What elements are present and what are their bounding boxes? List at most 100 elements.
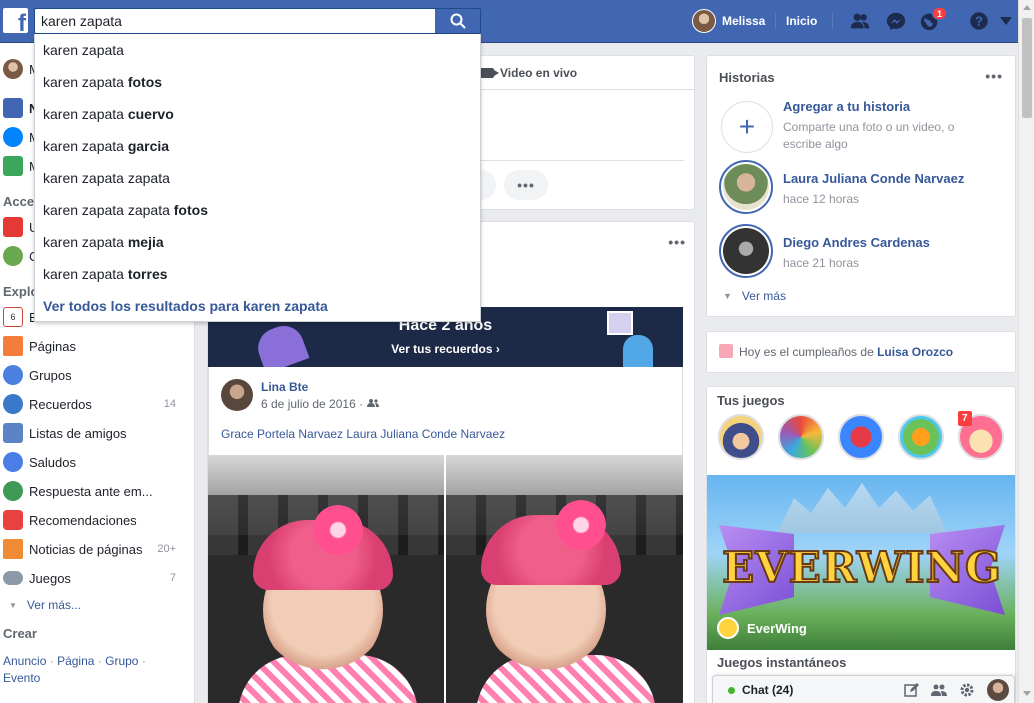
scroll-up-arrow[interactable] (1023, 5, 1031, 10)
gear-icon[interactable] (959, 682, 975, 698)
help-icon[interactable]: ? (967, 10, 991, 32)
sidebar-item-games[interactable]: Juegos 7 (0, 565, 190, 591)
pages-feed-icon (3, 539, 23, 559)
post-photo[interactable] (446, 455, 683, 703)
chevron-down-icon: ▼ (723, 291, 732, 301)
profile-link[interactable]: Melissa (692, 9, 765, 33)
sidebar-item-count: 20+ (157, 543, 176, 555)
post-tagged-people[interactable]: Grace Portela Narvaez Laura Juliana Cond… (221, 427, 505, 441)
game-icon[interactable] (718, 414, 764, 460)
search-box[interactable] (34, 8, 436, 34)
sidebar-item-memories[interactable]: Recuerdos 14 (0, 391, 190, 417)
sidebar-item-count: 14 (163, 398, 176, 410)
compose-message-icon[interactable] (904, 682, 920, 698)
post-options-button[interactable]: ••• (668, 234, 686, 250)
search-suggestion[interactable]: karen zapata garcia (35, 130, 480, 162)
search-suggestion[interactable]: karen zapata zapata (35, 162, 480, 194)
scroll-down-arrow[interactable] (1023, 691, 1031, 696)
video-camera-icon (480, 68, 499, 78)
sidebar-item-pages[interactable]: Páginas (0, 333, 190, 359)
chat-bar[interactable]: Chat (24) (712, 675, 1015, 703)
search-input[interactable] (35, 9, 436, 33)
sidebar-item-recommendations[interactable]: Recomendaciones (0, 507, 190, 533)
sidebar-item-label: Páginas (29, 338, 76, 354)
page-scrollbar[interactable] (1018, 0, 1034, 703)
create-ad-link[interactable]: Anuncio (3, 654, 46, 668)
stories-see-more[interactable]: ▼ Ver más (723, 289, 786, 303)
uno-game-icon (3, 217, 23, 237)
search-suggestions-dropdown: karen zapata karen zapata fotos karen za… (34, 34, 481, 322)
flag-icon (3, 336, 23, 356)
create-event-link[interactable]: Evento (3, 671, 40, 685)
separator: · (49, 654, 54, 668)
create-page-link[interactable]: Página (57, 654, 94, 668)
games-card: Tus juegos 7 EVERWING EverWing Juegos in… (706, 386, 1016, 703)
sidebar-item-friend-lists[interactable]: Listas de amigos (0, 420, 190, 446)
gift-icon (719, 344, 733, 358)
story-author[interactable]: Diego Andres Cardenas (783, 235, 930, 250)
gamepad-icon (3, 571, 23, 585)
post-author-link[interactable]: Lina Bte (261, 380, 308, 394)
game-icon[interactable] (838, 414, 884, 460)
avatar[interactable] (221, 379, 253, 411)
sidebar-item-pages-feed[interactable]: Noticias de páginas 20+ (0, 536, 190, 562)
search-suggestion[interactable]: karen zapata cuervo (35, 98, 480, 130)
sidebar-item-crisis-response[interactable]: Respuesta ante em... (0, 478, 190, 504)
scrollbar-thumb[interactable] (1022, 18, 1032, 118)
sidebar-item-groups[interactable]: Grupos (0, 362, 190, 388)
story-thumbnail[interactable] (719, 160, 773, 214)
see-memories-link[interactable]: Ver tus recuerdos › (208, 342, 683, 356)
add-story-button[interactable]: + (721, 101, 773, 153)
stories-title: Historias (719, 70, 775, 85)
live-video-button[interactable]: Video en vivo (480, 66, 577, 80)
sidebar-item-pokes[interactable]: Saludos (0, 449, 190, 475)
search-suggestion[interactable]: karen zapata fotos (35, 66, 480, 98)
sidebar-item-label: Noticias de páginas (29, 541, 143, 557)
friends-icon[interactable] (848, 10, 872, 32)
chat-label: Chat (24) (742, 683, 794, 697)
search-suggestion[interactable]: karen zapata zapata fotos (35, 194, 480, 226)
story-time: hace 12 horas (783, 192, 860, 206)
crisis-response-icon (3, 481, 23, 501)
featured-game-banner[interactable]: EVERWING EverWing (707, 475, 1015, 650)
sidebar-item-label: Respuesta ante em... (29, 483, 153, 499)
avatar (3, 59, 23, 79)
birthday-text[interactable]: Hoy es el cumpleaños de Luisa Orozco (739, 345, 953, 359)
stories-card: Historias ••• + Agregar a tu historia Co… (706, 55, 1016, 317)
notification-badge: 1 (932, 7, 948, 20)
post-photo[interactable] (208, 455, 444, 703)
avatar[interactable] (987, 679, 1009, 701)
birthday-card: Hoy es el cumpleaños de Luisa Orozco (706, 331, 1016, 373)
groups-icon (3, 365, 23, 385)
composer-more-button[interactable]: ••• (504, 170, 548, 200)
search-suggestion[interactable]: karen zapata torres (35, 258, 480, 290)
search-suggestion[interactable]: karen zapata (35, 34, 480, 66)
sidebar-see-more[interactable]: ▼ Ver más... (0, 592, 190, 618)
home-link[interactable]: Inicio (786, 14, 817, 28)
post-date[interactable]: 6 de julio de 2016 · (261, 397, 363, 411)
facebook-logo[interactable]: f (3, 8, 28, 33)
birthday-person-link: Luisa Orozco (877, 345, 954, 359)
story-thumbnail[interactable] (719, 224, 773, 278)
account-menu-caret-icon[interactable] (998, 10, 1014, 32)
search-suggestion[interactable]: karen zapata mejia (35, 226, 480, 258)
search-button[interactable] (435, 8, 481, 34)
svg-text:?: ? (975, 14, 983, 29)
online-status-dot (728, 687, 735, 694)
messenger-icon (3, 127, 23, 147)
story-author[interactable]: Laura Juliana Conde Narvaez (783, 171, 964, 186)
friends-audience-icon[interactable] (367, 398, 379, 408)
new-group-icon[interactable] (931, 682, 947, 698)
see-all-results-link[interactable]: Ver todos los resultados para karen zapa… (43, 298, 328, 314)
game-icon[interactable] (898, 414, 944, 460)
messenger-icon[interactable] (884, 10, 908, 32)
stories-options-button[interactable]: ••• (985, 68, 1003, 84)
create-group-link[interactable]: Grupo (105, 654, 138, 668)
sidebar-item-label: Recomendaciones (29, 512, 137, 528)
tree-icon (3, 246, 23, 266)
separator: · (97, 654, 102, 668)
add-story-title[interactable]: Agregar a tu historia (783, 99, 910, 114)
game-icon[interactable] (778, 414, 824, 460)
divider (832, 13, 833, 29)
sidebar-item-label: Saludos (29, 454, 76, 470)
